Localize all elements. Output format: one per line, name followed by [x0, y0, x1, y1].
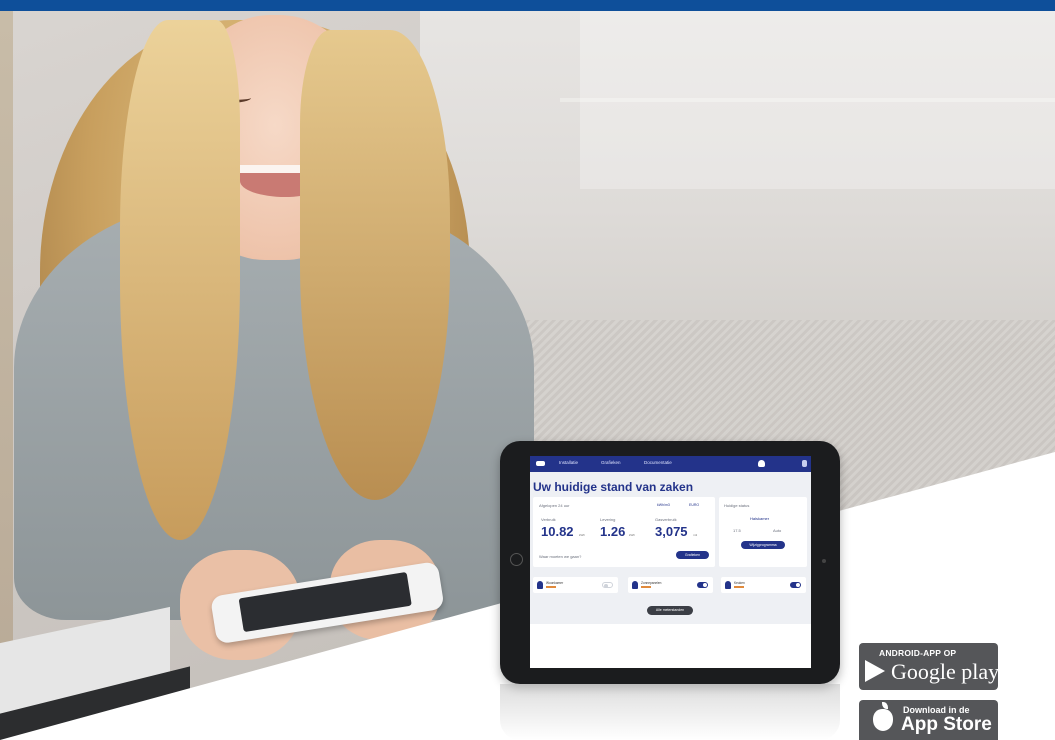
hero-photo: Installatie Grafieken Documentatie Uw hu… — [0, 0, 1055, 740]
logout-icon[interactable] — [802, 460, 807, 467]
change-program-button[interactable]: Wijzigprogramma — [741, 541, 785, 549]
status-dot — [546, 586, 556, 588]
nav-item-documentatie[interactable]: Documentatie — [644, 460, 672, 465]
app-store-badge[interactable]: Download in de App Store — [859, 700, 998, 740]
period-label: Afgelopen 24 uur — [539, 503, 570, 508]
status-title: Huidige status — [724, 503, 750, 508]
device-row[interactable]: Keuken — [721, 577, 806, 593]
graphs-button[interactable]: Grafieken — [676, 551, 709, 559]
all-readings-button[interactable]: Alle meterstanden — [647, 606, 693, 615]
unit-toggle-kwh[interactable]: kWh/m3 — [657, 503, 670, 507]
status-room: Halskamer — [750, 516, 770, 521]
metric-label-verbruik: Verbruik — [541, 517, 556, 522]
room-icon — [537, 581, 543, 589]
unit-toggle-euro[interactable]: EURO — [689, 503, 699, 507]
metric-unit-gas: m3 — [693, 533, 698, 537]
google-play-badge[interactable]: ANDROID-APP OP Google play — [859, 643, 1000, 690]
screen-footer — [530, 624, 811, 668]
device-toggle[interactable] — [602, 582, 613, 588]
app-nav-bar: Installatie Grafieken Documentatie — [530, 456, 811, 472]
google-play-text: Google play — [891, 659, 1000, 684]
metric-value-levering: 1.26 — [600, 524, 626, 539]
device-name: Zonnepanelen — [641, 581, 662, 585]
metric-value-gas: 3,075 — [655, 524, 688, 539]
tablet-reflection — [500, 684, 840, 740]
device-row[interactable]: Woonkamer — [533, 577, 618, 593]
nav-item-installatie[interactable]: Installatie — [559, 460, 578, 465]
tablet-screen: Installatie Grafieken Documentatie Uw hu… — [530, 456, 811, 668]
metric-value-verbruik: 10.82 — [541, 524, 574, 539]
tablet-home-button — [510, 553, 523, 566]
nav-item-grafieken[interactable]: Grafieken — [601, 460, 621, 465]
apple-icon — [873, 702, 893, 731]
question-text: Waar moeten we gaan? — [539, 554, 582, 559]
device-row[interactable]: Zonnepanelen — [628, 577, 713, 593]
kitchen-icon — [725, 581, 731, 589]
status-temperature: 17.5 — [733, 528, 741, 533]
solar-icon — [632, 581, 638, 589]
user-icon[interactable] — [758, 460, 765, 467]
google-play-small-text: ANDROID-APP OP — [879, 648, 957, 658]
status-dot — [734, 586, 744, 588]
status-dot — [641, 586, 651, 588]
metric-label-gas: Gasverbruik — [655, 517, 677, 522]
metric-label-levering: Levering — [600, 517, 616, 522]
metric-unit-verbruik: kWh — [579, 533, 585, 537]
summary-card: Afgelopen 24 uur kWh/m3 EURO Verbruik 10… — [533, 497, 715, 567]
device-toggle[interactable] — [790, 582, 801, 588]
play-triangle-icon — [865, 660, 885, 682]
status-card: Huidige status Halskamer 17.5 Auto Wijzi… — [719, 497, 807, 567]
top-brand-bar — [0, 0, 1055, 11]
metric-unit-levering: kWh — [629, 533, 635, 537]
device-name: Keuken — [734, 581, 745, 585]
status-mode: Auto — [773, 528, 782, 533]
tablet-camera — [822, 559, 826, 563]
page-title: Uw huidige stand van zaken — [533, 480, 694, 494]
device-name: Woonkamer — [546, 581, 564, 585]
device-toggle[interactable] — [697, 582, 708, 588]
app-store-text: App Store — [901, 714, 992, 735]
app-logo-icon[interactable] — [536, 461, 545, 466]
